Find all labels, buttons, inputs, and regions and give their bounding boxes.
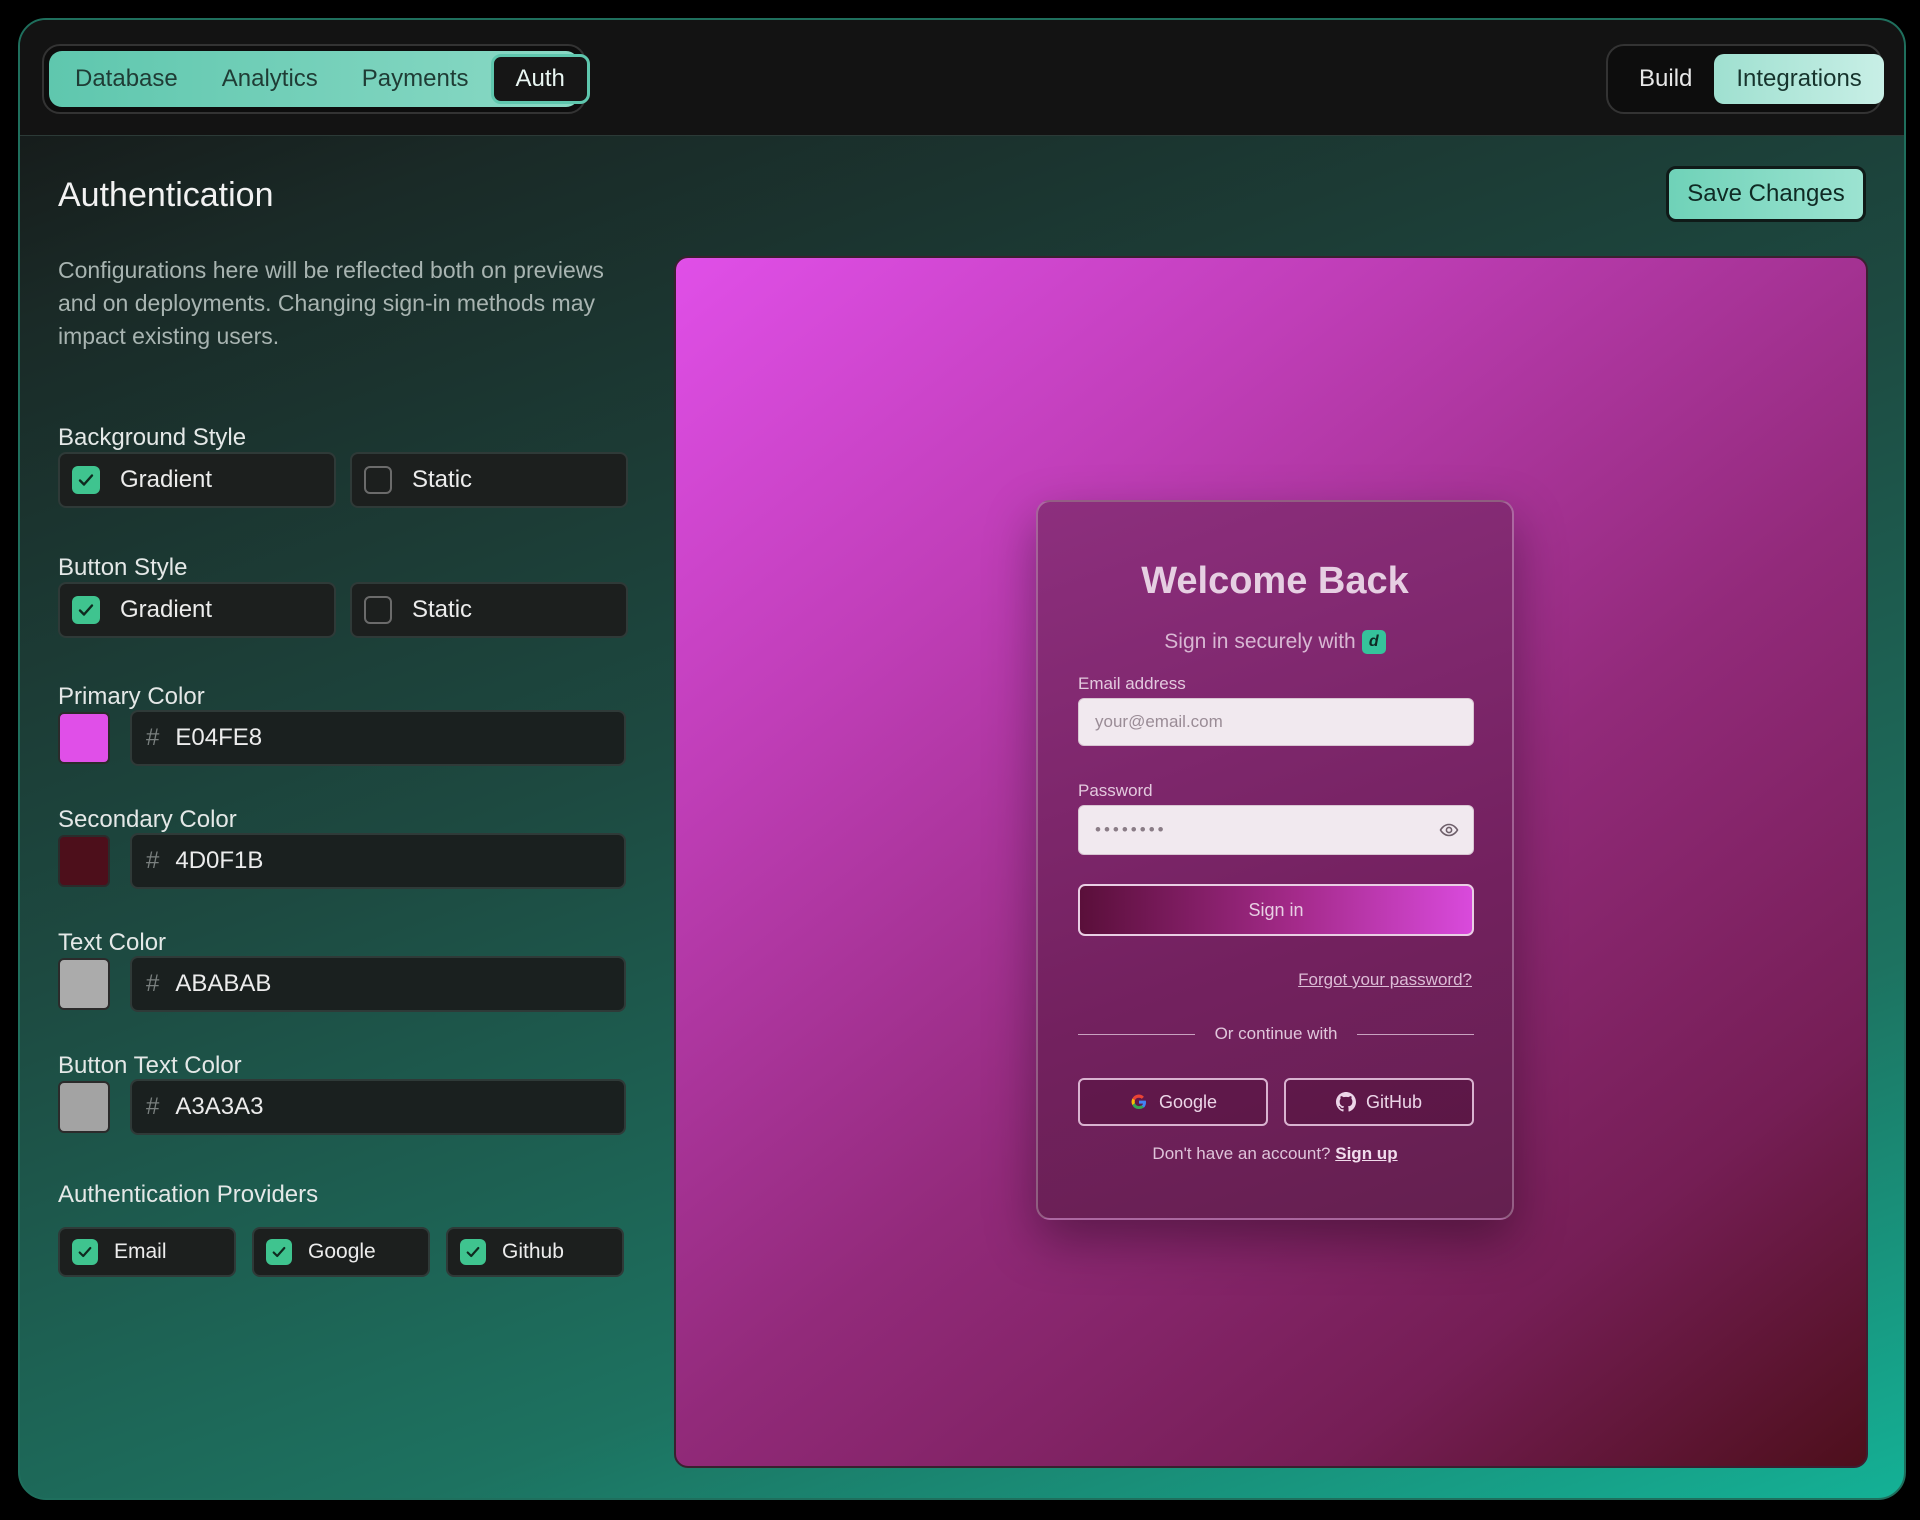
email-label: Email address: [1078, 674, 1186, 693]
page-description: Configurations here will be reflected bo…: [58, 257, 604, 349]
app-window: Database Analytics Payments Auth Build I…: [18, 18, 1906, 1500]
password-value: ••••••••: [1095, 820, 1167, 839]
text-color-input[interactable]: # ABABAB: [130, 956, 626, 1012]
github-label: GitHub: [1365, 1091, 1423, 1112]
login-card: Welcome Back Sign in securely with d Ema…: [1036, 500, 1514, 1220]
checkbox-checked-icon: [72, 1239, 98, 1265]
sign-in-button[interactable]: Sign in: [1078, 884, 1474, 936]
secondary-color-swatch[interactable]: [58, 835, 110, 887]
divider: Or continue with: [1078, 1022, 1474, 1046]
text-color-swatch[interactable]: [58, 958, 110, 1010]
tab-integrations[interactable]: Integrations: [1714, 54, 1884, 104]
email-field[interactable]: your@email.com: [1078, 698, 1474, 746]
background-static-option[interactable]: Static: [350, 452, 628, 508]
signup-prompt: Don't have an account?: [1152, 1144, 1331, 1163]
option-label: Google: [308, 1240, 376, 1263]
checkbox-checked-icon: [72, 466, 100, 494]
primary-color-swatch[interactable]: [58, 712, 110, 764]
checkbox-empty-icon: [364, 466, 392, 494]
color-value: E04FE8: [175, 724, 263, 751]
provider-google-option[interactable]: Google: [252, 1227, 430, 1277]
option-label: Gradient: [120, 466, 213, 493]
tab-analytics[interactable]: Analytics: [200, 54, 340, 104]
button-static-option[interactable]: Static: [350, 582, 628, 638]
color-value: A3A3A3: [175, 1093, 264, 1120]
subtitle-text: Sign in securely with: [1164, 630, 1356, 653]
option-label: Github: [502, 1240, 564, 1263]
tab-payments[interactable]: Payments: [340, 54, 491, 104]
primary-color-label: Primary Color: [58, 683, 205, 710]
option-label: Gradient: [120, 596, 213, 623]
google-icon: [1131, 1094, 1146, 1110]
tab-auth[interactable]: Auth: [490, 54, 590, 104]
divider-label: Or continue with: [1214, 1024, 1338, 1043]
page-title: Authentication: [58, 176, 274, 214]
option-label: Email: [114, 1240, 167, 1263]
login-title: Welcome Back: [1141, 560, 1409, 602]
hash-icon: #: [146, 970, 160, 997]
google-label: Google: [1158, 1091, 1218, 1112]
provider-email-option[interactable]: Email: [58, 1227, 236, 1277]
color-value: 4D0F1B: [175, 847, 264, 874]
password-label: Password: [1078, 781, 1153, 800]
mode-tabs: Build Integrations: [1606, 44, 1884, 114]
hash-icon: #: [146, 724, 160, 751]
primary-color-input[interactable]: # E04FE8: [130, 710, 626, 766]
google-signin-button[interactable]: Google: [1078, 1078, 1268, 1126]
text-color-label: Text Color: [58, 929, 167, 956]
signup-link[interactable]: Sign up: [1335, 1144, 1397, 1163]
background-gradient-option[interactable]: Gradient: [58, 452, 336, 508]
github-icon: [1335, 1092, 1356, 1112]
forgot-password-link[interactable]: Forgot your password?: [1298, 970, 1472, 990]
eye-icon[interactable]: [1439, 820, 1459, 845]
product-tabs: Database Analytics Payments Auth: [42, 44, 590, 114]
checkbox-empty-icon: [364, 596, 392, 624]
top-bar: Database Analytics Payments Auth Build I…: [20, 20, 1904, 136]
checkbox-checked-icon: [72, 596, 100, 624]
checkbox-checked-icon: [266, 1239, 292, 1265]
save-changes-button[interactable]: Save Changes: [1666, 166, 1866, 222]
provider-github-option[interactable]: Github: [446, 1227, 624, 1277]
auth-providers-label: Authentication Providers: [58, 1181, 319, 1208]
background-style-label: Background Style: [58, 424, 247, 451]
option-label: Static: [412, 466, 473, 493]
signup-row: Don't have an account? Sign up: [1038, 1144, 1512, 1164]
hash-icon: #: [146, 847, 160, 874]
email-placeholder: your@email.com: [1095, 712, 1223, 731]
github-signin-button[interactable]: GitHub: [1284, 1078, 1474, 1126]
password-field[interactable]: ••••••••: [1078, 805, 1474, 855]
secondary-color-input[interactable]: # 4D0F1B: [130, 833, 626, 889]
secondary-color-label: Secondary Color: [58, 806, 237, 833]
login-subtitle: Sign in securely with d: [1038, 630, 1512, 654]
button-gradient-option[interactable]: Gradient: [58, 582, 336, 638]
checkbox-checked-icon: [460, 1239, 486, 1265]
hash-icon: #: [146, 1093, 160, 1120]
button-style-label: Button Style: [58, 554, 188, 581]
button-text-color-input[interactable]: # A3A3A3: [130, 1079, 626, 1135]
button-text-color-swatch[interactable]: [58, 1081, 110, 1133]
brand-logo-icon: d: [1361, 630, 1386, 654]
tab-build[interactable]: Build: [1617, 54, 1714, 104]
color-value: ABABAB: [175, 970, 272, 997]
tab-database[interactable]: Database: [53, 54, 200, 104]
button-text-color-label: Button Text Color: [58, 1052, 242, 1079]
option-label: Static: [412, 596, 473, 623]
